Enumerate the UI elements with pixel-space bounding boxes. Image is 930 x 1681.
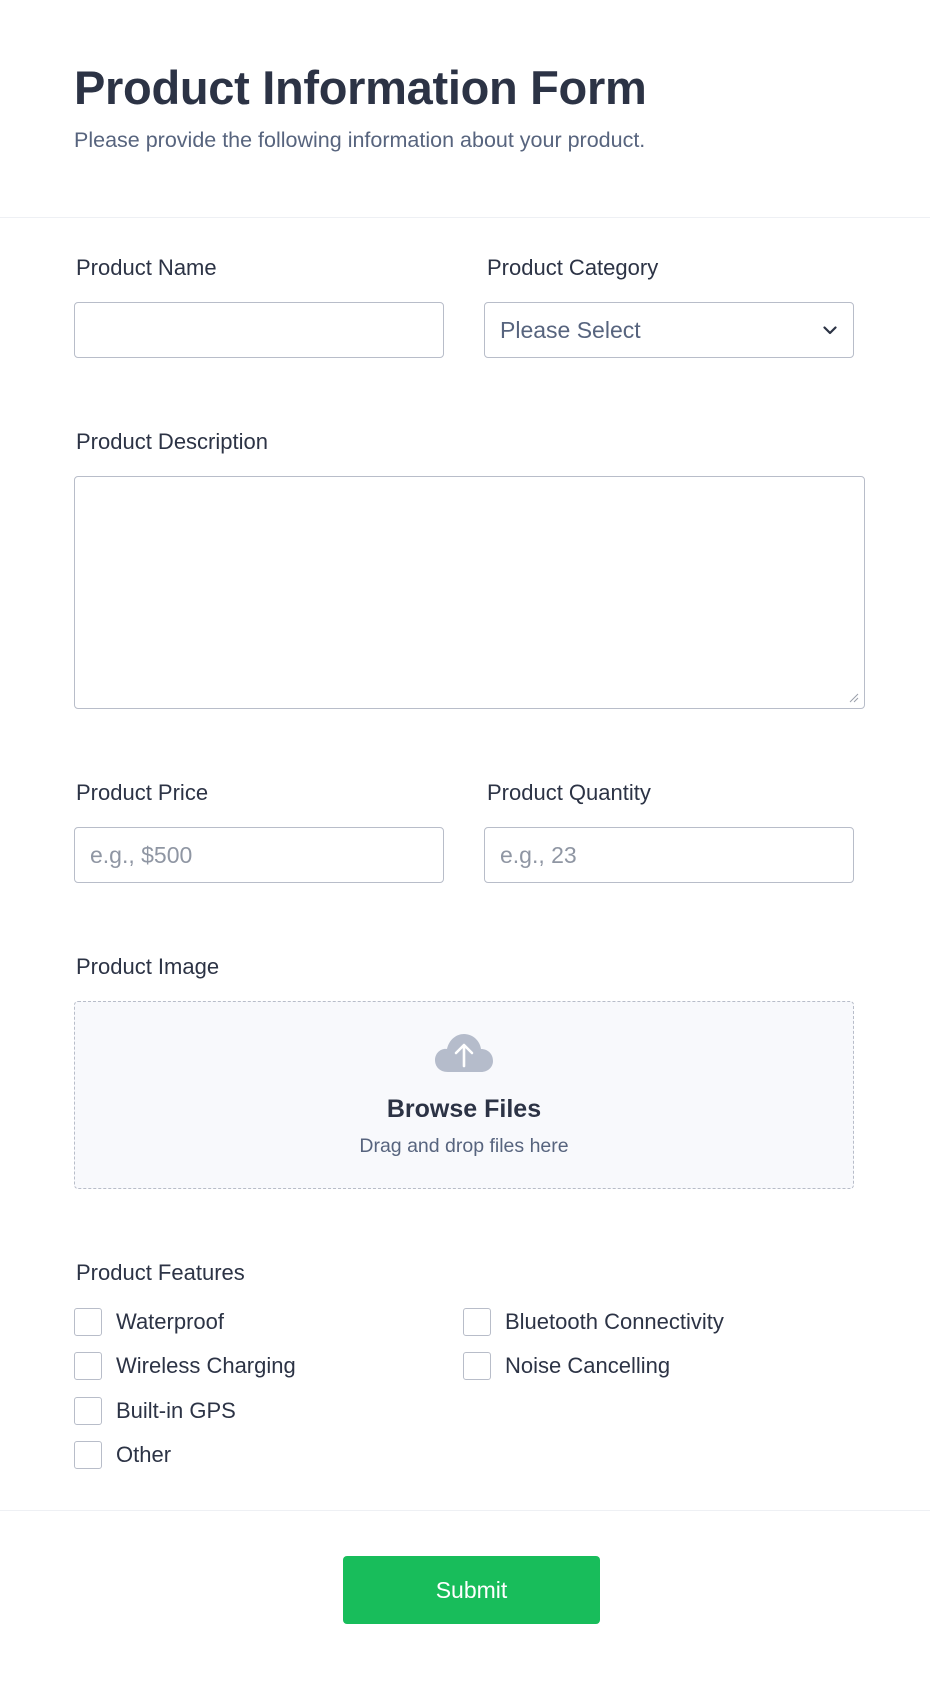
footer-divider bbox=[0, 1510, 930, 1511]
dropzone-hint: Drag and drop files here bbox=[359, 1135, 569, 1157]
resize-handle-icon[interactable] bbox=[847, 691, 859, 703]
file-dropzone[interactable]: Browse Files Drag and drop files here bbox=[74, 1001, 854, 1189]
feature-label: Noise Cancelling bbox=[505, 1353, 671, 1378]
feature-option-noise-cancelling[interactable]: Noise Cancelling bbox=[463, 1352, 670, 1380]
product-category-selected: Please Select bbox=[500, 316, 641, 343]
page-subtitle: Please provide the following information… bbox=[74, 128, 646, 152]
submit-button[interactable]: Submit bbox=[343, 1556, 600, 1624]
checkbox[interactable] bbox=[463, 1352, 491, 1380]
product-category-select[interactable]: Please Select bbox=[484, 302, 854, 358]
checkbox[interactable] bbox=[463, 1308, 491, 1336]
checkbox[interactable] bbox=[74, 1441, 102, 1469]
browse-files-button[interactable]: Browse Files bbox=[387, 1094, 541, 1124]
product-price-label: Product Price bbox=[76, 780, 209, 805]
checkbox[interactable] bbox=[74, 1397, 102, 1425]
form-header: Product Information Form Please provide … bbox=[74, 58, 647, 154]
product-quantity-input[interactable] bbox=[484, 827, 854, 883]
product-features-label: Product Features bbox=[76, 1260, 245, 1285]
product-price-input[interactable] bbox=[74, 827, 444, 883]
feature-label: Other bbox=[116, 1442, 172, 1467]
feature-option-waterproof[interactable]: Waterproof bbox=[74, 1308, 224, 1336]
feature-label: Waterproof bbox=[116, 1309, 225, 1334]
feature-label: Bluetooth Connectivity bbox=[505, 1309, 724, 1334]
feature-label: Wireless Charging bbox=[116, 1353, 296, 1378]
checkbox[interactable] bbox=[74, 1352, 102, 1380]
feature-option-wireless-charging[interactable]: Wireless Charging bbox=[74, 1352, 296, 1380]
feature-option-bluetooth[interactable]: Bluetooth Connectivity bbox=[463, 1308, 724, 1336]
checkbox[interactable] bbox=[74, 1308, 102, 1336]
product-category-label: Product Category bbox=[487, 255, 659, 280]
feature-option-gps[interactable]: Built-in GPS bbox=[74, 1397, 236, 1425]
feature-option-other[interactable]: Other bbox=[74, 1441, 171, 1469]
product-description-label: Product Description bbox=[76, 429, 268, 454]
page-title: Product Information Form bbox=[74, 61, 647, 114]
product-name-label: Product Name bbox=[76, 255, 217, 280]
product-image-label: Product Image bbox=[76, 954, 220, 979]
chevron-down-icon bbox=[822, 322, 838, 338]
product-quantity-label: Product Quantity bbox=[487, 780, 651, 805]
header-divider bbox=[0, 217, 930, 218]
cloud-upload-icon bbox=[435, 1034, 493, 1072]
feature-label: Built-in GPS bbox=[116, 1398, 236, 1423]
product-name-input[interactable] bbox=[74, 302, 444, 358]
product-description-textarea[interactable] bbox=[74, 476, 865, 709]
